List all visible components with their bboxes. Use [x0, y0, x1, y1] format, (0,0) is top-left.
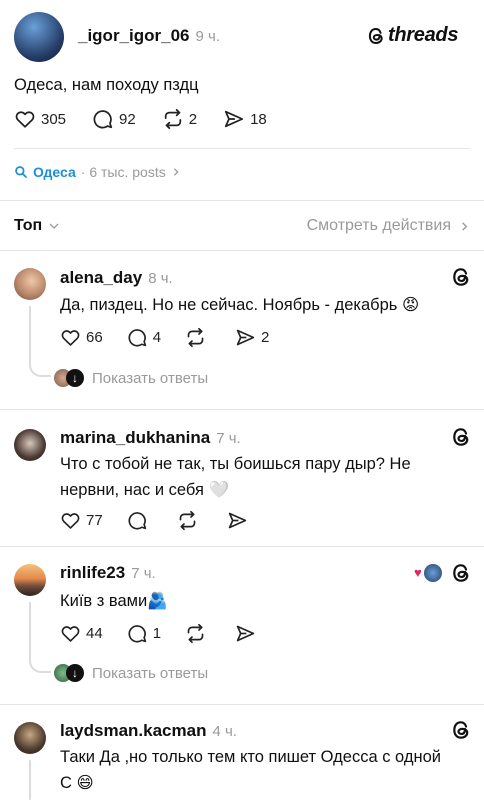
reply-username[interactable]: rinlife23 — [60, 563, 125, 583]
reply-username[interactable]: marina_dukhanina — [60, 428, 210, 448]
heart-icon — [60, 510, 81, 531]
threads-icon[interactable] — [450, 562, 472, 584]
divider — [0, 250, 484, 251]
repost-count: 2 — [188, 110, 198, 128]
repost-button[interactable] — [185, 623, 211, 644]
like-button[interactable]: 44 — [60, 623, 103, 644]
post-author-avatar[interactable] — [14, 12, 64, 62]
comment-button[interactable]: 4 — [127, 327, 161, 348]
heart-icon — [14, 108, 36, 130]
like-button[interactable]: 77 — [60, 510, 103, 531]
reply-avatar[interactable] — [14, 722, 46, 754]
share-button[interactable]: 2 — [235, 327, 269, 348]
reply-text: Что с тобой не так, ты боишься пару дыр?… — [60, 455, 411, 499]
share-icon — [223, 108, 245, 130]
post-author-username[interactable]: _igor_igor_06 — [78, 26, 190, 46]
comment-icon — [92, 108, 114, 130]
comment-button[interactable] — [127, 510, 153, 531]
share-icon — [227, 510, 248, 531]
threads-icon[interactable] — [450, 719, 472, 741]
show-replies-button[interactable]: ↓ Показать ответы — [54, 664, 208, 682]
show-replies-button[interactable]: ↓ Показать ответы — [54, 369, 208, 387]
reply-text: Да, пиздец. Но не сейчас. Ноябрь - декаб… — [60, 296, 420, 314]
divider — [0, 546, 484, 547]
thread-connector — [29, 306, 51, 377]
reply-text: Київ з вами🫂 — [60, 592, 168, 610]
thread-connector — [29, 602, 51, 673]
heart-icon: ♥ — [414, 565, 422, 580]
post-actions: 305 92 2 18 — [14, 108, 267, 130]
threads-icon[interactable] — [450, 266, 472, 288]
share-icon — [235, 623, 256, 644]
divider — [0, 409, 484, 410]
comment-icon — [127, 510, 148, 531]
arrow-down-icon: ↓ — [66, 664, 84, 682]
comment-button[interactable]: 92 — [92, 108, 136, 130]
heart-icon — [60, 327, 81, 348]
liked-by-author-badge: ♥ — [414, 564, 444, 582]
share-icon — [235, 327, 256, 348]
divider — [0, 200, 484, 201]
repost-button[interactable] — [177, 510, 203, 531]
like-button[interactable]: 305 — [14, 108, 66, 130]
share-button[interactable] — [227, 510, 253, 531]
topic-meta: · 6 тыс. posts — [80, 164, 166, 180]
post-text: Одеса, нам походу пздц — [14, 76, 199, 94]
topic-tag[interactable]: Одеса · 6 тыс. posts — [14, 164, 181, 180]
reply-actions: 44 1 — [60, 623, 261, 644]
reply-time: 7 ч. — [131, 565, 156, 582]
reply-avatar[interactable] — [14, 268, 46, 300]
chevron-right-icon — [173, 168, 179, 176]
threads-icon — [366, 26, 386, 46]
reply-actions: 66 4 2 — [60, 327, 269, 348]
repost-icon — [185, 327, 206, 348]
divider — [14, 148, 470, 149]
reply-avatar[interactable] — [14, 564, 46, 596]
view-activity-link[interactable]: Смотреть действия — [307, 217, 470, 235]
reply-username[interactable]: alena_day — [60, 268, 142, 288]
arrow-down-icon: ↓ — [66, 369, 84, 387]
comment-icon — [127, 327, 148, 348]
author-avatar — [424, 564, 442, 582]
reply-text: Таки Да ,но только тем кто пишет Одесса … — [60, 748, 441, 792]
like-button[interactable]: 66 — [60, 327, 103, 348]
comment-icon — [127, 623, 148, 644]
thread-connector — [29, 760, 31, 800]
post-time: 9 ч. — [195, 28, 221, 45]
reply-username[interactable]: laydsman.kacman — [60, 721, 206, 741]
search-icon — [15, 166, 27, 178]
repost-button[interactable] — [185, 327, 211, 348]
threads-icon[interactable] — [450, 426, 472, 448]
share-count: 18 — [250, 110, 267, 128]
share-button[interactable] — [235, 623, 261, 644]
reply-actions: 77 — [60, 510, 253, 531]
chevron-down-icon — [49, 223, 59, 229]
reply-time: 8 ч. — [148, 270, 173, 287]
repost-icon — [185, 623, 206, 644]
reply-time: 7 ч. — [216, 430, 241, 447]
repost-icon — [162, 108, 184, 130]
comment-count: 92 — [119, 110, 136, 128]
comment-button[interactable]: 1 — [127, 623, 161, 644]
sort-label: Топ — [14, 217, 43, 234]
like-count: 305 — [41, 110, 67, 128]
reply-time: 4 ч. — [212, 723, 237, 740]
divider — [0, 704, 484, 705]
topic-name[interactable]: Одеса — [33, 164, 76, 180]
share-button[interactable]: 18 — [223, 108, 267, 130]
chevron-right-icon — [462, 221, 468, 231]
repost-icon — [177, 510, 198, 531]
heart-icon — [60, 623, 81, 644]
threads-logo[interactable]: threads — [366, 24, 458, 47]
repost-button[interactable]: 2 — [162, 108, 197, 130]
sort-dropdown[interactable]: Топ — [14, 217, 60, 235]
reply-avatar[interactable] — [14, 429, 46, 461]
